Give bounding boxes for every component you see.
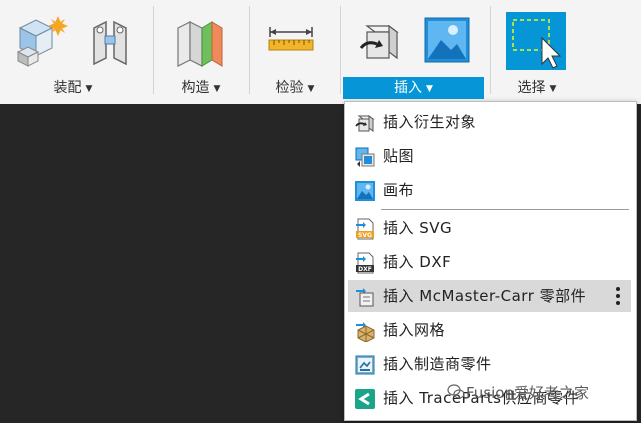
toolbar: 装配 ▼ 构造 ▼ 检验 ▼ 插入 ▼ 选择 ▼ bbox=[0, 0, 641, 105]
separator bbox=[340, 6, 341, 94]
wechat-logo-icon bbox=[447, 384, 465, 399]
menu-item-label: 插入 SVG bbox=[383, 219, 453, 237]
menu-item-decal[interactable]: 贴图 bbox=[345, 140, 636, 172]
menu-divider bbox=[381, 209, 629, 210]
construct-menu[interactable]: 构造 ▼ bbox=[166, 77, 236, 99]
svg-text:SVG: SVG bbox=[358, 232, 372, 239]
menu-item-insert-dxf[interactable]: DXF 插入 DXF bbox=[345, 246, 636, 278]
inspect-label: 检验 bbox=[275, 80, 304, 96]
construct-label: 构造 bbox=[181, 80, 210, 96]
insert-derive-icon[interactable] bbox=[357, 18, 403, 64]
menu-item-insert-mcmaster[interactable]: 插入 McMaster-Carr 零部件 bbox=[348, 280, 631, 312]
menu-item-insert-derive[interactable]: 插入衍生对象 bbox=[345, 106, 636, 138]
inspect-menu[interactable]: 检验 ▼ bbox=[260, 77, 330, 99]
separator bbox=[153, 6, 154, 94]
manufacturer-part-icon bbox=[355, 355, 375, 375]
caret-down-icon: ▼ bbox=[426, 84, 433, 94]
more-options-icon[interactable] bbox=[613, 284, 623, 308]
menu-item-insert-manufacturer-part[interactable]: 插入制造商零件 bbox=[345, 348, 636, 380]
caret-down-icon: ▼ bbox=[307, 84, 315, 94]
select-label: 选择 bbox=[517, 80, 546, 96]
menu-item-label: 插入衍生对象 bbox=[383, 113, 477, 131]
menu-item-label: 插入 McMaster-Carr 零部件 bbox=[383, 287, 587, 305]
canvas-icon bbox=[355, 181, 375, 201]
select-group: 选择 ▼ bbox=[494, 0, 580, 100]
separator bbox=[490, 6, 491, 94]
new-component-icon[interactable] bbox=[14, 14, 72, 68]
assemble-group: 装配 ▼ bbox=[0, 0, 150, 100]
insert-label: 插入 bbox=[394, 80, 423, 96]
caret-down-icon: ▼ bbox=[213, 84, 221, 94]
select-icon[interactable] bbox=[506, 12, 566, 70]
insert-dropdown-menu: 插入衍生对象 贴图 画布 SVG 插入 SVG DXF 插入 DXF 插入 Mc… bbox=[344, 101, 637, 421]
insert-group: 插入 ▼ bbox=[343, 0, 484, 100]
insert-derive-icon bbox=[355, 115, 375, 132]
construct-group: 构造 ▼ bbox=[156, 0, 246, 100]
menu-item-label: 插入 DXF bbox=[383, 253, 452, 271]
measure-icon[interactable] bbox=[266, 26, 316, 56]
offset-plane-icon[interactable] bbox=[172, 14, 228, 70]
decal-icon bbox=[355, 147, 375, 167]
watermark: Fusion爱好者之家 bbox=[466, 384, 589, 402]
svg-text:DXF: DXF bbox=[358, 266, 372, 273]
assemble-label: 装配 bbox=[53, 80, 82, 96]
traceparts-icon bbox=[355, 389, 375, 409]
mesh-icon bbox=[356, 322, 375, 342]
menu-item-insert-svg[interactable]: SVG 插入 SVG bbox=[345, 212, 636, 244]
svg-file-icon: SVG bbox=[356, 218, 374, 240]
inspect-group: 检验 ▼ bbox=[252, 0, 338, 100]
menu-item-insert-mesh[interactable]: 插入网格 bbox=[345, 314, 636, 346]
menu-item-canvas[interactable]: 画布 bbox=[345, 174, 636, 206]
canvas-icon[interactable] bbox=[423, 16, 471, 64]
menu-item-label: 贴图 bbox=[383, 147, 415, 165]
menu-item-label: 插入制造商零件 bbox=[383, 355, 492, 373]
joint-icon[interactable] bbox=[86, 18, 136, 68]
separator bbox=[249, 6, 250, 94]
caret-down-icon: ▼ bbox=[85, 84, 93, 94]
menu-item-label: 插入网格 bbox=[383, 321, 446, 339]
assemble-menu[interactable]: 装配 ▼ bbox=[38, 77, 108, 99]
caret-down-icon: ▼ bbox=[549, 84, 557, 94]
mcmaster-icon bbox=[356, 288, 374, 307]
insert-menu[interactable]: 插入 ▼ bbox=[343, 77, 484, 99]
select-menu[interactable]: 选择 ▼ bbox=[502, 77, 572, 99]
menu-item-label: 画布 bbox=[383, 181, 415, 199]
dxf-file-icon: DXF bbox=[356, 252, 374, 274]
